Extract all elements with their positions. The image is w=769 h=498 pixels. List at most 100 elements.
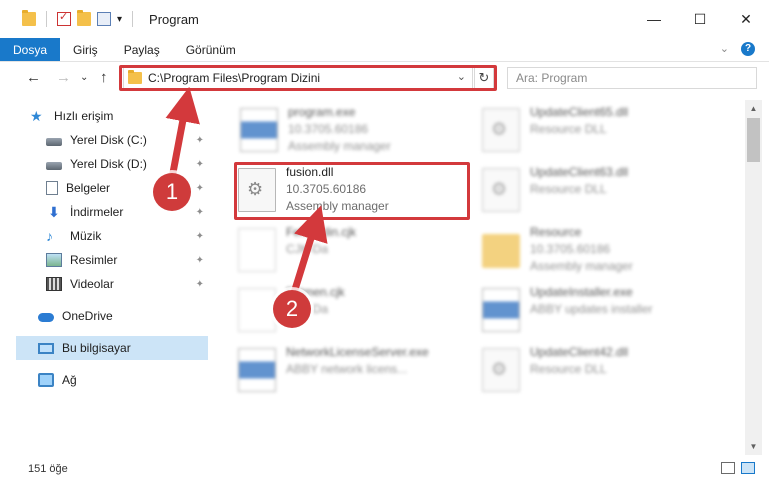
sidebar-item-label: Yerel Disk (C:) bbox=[70, 133, 147, 147]
properties-check-icon[interactable] bbox=[57, 10, 71, 26]
sidebar-item-music[interactable]: ♪ Müzik ✦ bbox=[46, 224, 208, 248]
view-toggle bbox=[721, 462, 755, 474]
file-detail: ABBY updates installer bbox=[530, 302, 653, 316]
list-item[interactable]: UpdateClient65.dll Resource DLL bbox=[482, 104, 722, 164]
sidebar-item-quick-access[interactable]: ★ Hızlı erişim bbox=[30, 104, 222, 128]
file-highlight-box bbox=[234, 162, 470, 220]
vertical-scrollbar[interactable]: ▲ ▼ bbox=[745, 100, 762, 455]
sidebar-item-label: Resimler bbox=[70, 253, 118, 267]
file-detail: Resource DLL bbox=[530, 182, 607, 196]
videos-icon bbox=[46, 277, 62, 291]
sidebar-item-label: Yerel Disk (D:) bbox=[70, 157, 147, 171]
tab-view[interactable]: Görünüm bbox=[173, 38, 249, 61]
file-name: Resource bbox=[530, 225, 582, 239]
ribbon-tabs: Dosya Giriş Paylaş Görünüm ⌄ ? bbox=[0, 38, 769, 62]
sidebar-item-pictures[interactable]: Resimler ✦ bbox=[46, 248, 208, 272]
file-name: NetworkLicenseServer.exe bbox=[286, 345, 429, 359]
scroll-up-icon[interactable]: ▲ bbox=[745, 100, 762, 117]
file-name: UpdateClient65.dll bbox=[530, 105, 629, 119]
step-1-badge: 1 bbox=[153, 173, 191, 211]
scrollbar-thumb[interactable] bbox=[747, 118, 760, 162]
sidebar-item-label: Videolar bbox=[70, 277, 114, 291]
properties-icon[interactable] bbox=[97, 12, 111, 26]
list-item[interactable]: NetworkLicenseServer.exe ABBY network li… bbox=[238, 344, 478, 404]
list-item[interactable]: UpdateClient63.dll Resource DLL bbox=[482, 164, 722, 224]
file-detail: ABBY network licens... bbox=[286, 362, 408, 376]
tab-share[interactable]: Paylaş bbox=[111, 38, 173, 61]
exe-icon bbox=[482, 288, 520, 332]
navigation-pane: ★ Hızlı erişim Yerel Disk (C:) ✦ Yerel D… bbox=[0, 100, 210, 450]
list-item[interactable]: UpdateInstaller.exe ABBY updates install… bbox=[482, 284, 722, 344]
dll-icon bbox=[482, 108, 520, 152]
document-icon bbox=[46, 181, 58, 195]
close-button[interactable]: ✕ bbox=[723, 0, 769, 38]
help-icon[interactable]: ? bbox=[741, 42, 755, 56]
drive-icon bbox=[46, 161, 62, 170]
customize-toolbar-icon[interactable]: ▾ bbox=[117, 14, 122, 25]
ribbon-expand-icon[interactable]: ⌄ bbox=[720, 42, 729, 56]
maximize-button[interactable]: ☐ bbox=[677, 0, 723, 38]
cloud-icon bbox=[38, 313, 54, 322]
file-icon bbox=[238, 228, 276, 272]
pin-icon[interactable]: ✦ bbox=[196, 207, 204, 218]
file-detail: 10.3705.60186 bbox=[530, 242, 611, 256]
sidebar-item-label: Hızlı erişim bbox=[54, 109, 114, 123]
pin-icon[interactable]: ✦ bbox=[196, 279, 204, 290]
up-button[interactable]: ↑ bbox=[100, 69, 108, 86]
file-icon bbox=[238, 288, 276, 332]
sidebar-item-network[interactable]: Ağ bbox=[38, 368, 208, 392]
network-icon bbox=[38, 373, 54, 387]
list-item[interactable]: Resource 10.3705.60186 Assembly manager bbox=[482, 224, 722, 284]
pin-icon[interactable]: ✦ bbox=[196, 183, 204, 194]
sidebar-item-label: İndirmeler bbox=[70, 205, 124, 219]
pin-icon[interactable]: ✦ bbox=[196, 159, 204, 170]
back-button[interactable]: ← bbox=[26, 69, 41, 86]
file-detail: 10.3705.60186 bbox=[288, 122, 369, 136]
scroll-down-icon[interactable]: ▼ bbox=[745, 438, 762, 455]
minimize-button[interactable]: — bbox=[631, 0, 677, 38]
pin-icon[interactable]: ✦ bbox=[196, 231, 204, 242]
title-bar: ▾ Program — ☐ ✕ bbox=[0, 0, 769, 38]
list-item[interactable]: Fehlerklin.cjk CJK-Da bbox=[238, 224, 478, 284]
recent-locations-icon[interactable]: ⌄ bbox=[80, 72, 88, 83]
list-item[interactable]: program.exe 10.3705.60186 Assembly manag… bbox=[240, 104, 480, 164]
pin-icon[interactable]: ✦ bbox=[196, 135, 204, 146]
star-icon: ★ bbox=[30, 108, 43, 124]
address-highlight-box bbox=[119, 65, 497, 91]
sidebar-item-label: Belgeler bbox=[66, 181, 111, 195]
sidebar-item-local-disk-c[interactable]: Yerel Disk (C:) ✦ bbox=[46, 128, 208, 152]
list-item[interactable]: UpdateClient42.dll Resource DLL bbox=[482, 344, 722, 404]
download-icon: ⬇ bbox=[48, 204, 60, 220]
sidebar-item-this-pc[interactable]: Bu bilgisayar bbox=[16, 336, 208, 360]
file-name: UpdateClient42.dll bbox=[530, 345, 629, 359]
separator bbox=[132, 11, 134, 27]
sidebar-item-label: Bu bilgisayar bbox=[62, 341, 131, 355]
file-name: UpdateClient63.dll bbox=[530, 165, 629, 179]
status-bar: 151 öğe bbox=[0, 458, 769, 480]
file-detail: Resource DLL bbox=[530, 122, 607, 136]
folder-icon[interactable] bbox=[22, 10, 36, 26]
file-name: program.exe bbox=[288, 105, 356, 119]
sidebar-item-label: OneDrive bbox=[62, 309, 113, 323]
music-icon: ♪ bbox=[46, 228, 53, 244]
tab-file[interactable]: Dosya bbox=[0, 38, 61, 61]
search-input[interactable]: Ara: Program bbox=[507, 67, 757, 89]
folder-icon bbox=[482, 234, 520, 268]
tiles-view-icon[interactable] bbox=[741, 462, 755, 474]
tab-home[interactable]: Giriş bbox=[60, 38, 111, 61]
dll-icon bbox=[482, 168, 520, 212]
item-count: 151 öğe bbox=[28, 463, 68, 475]
file-name: UpdateInstaller.exe bbox=[530, 285, 633, 299]
drive-icon bbox=[46, 137, 62, 146]
dll-icon bbox=[482, 348, 520, 392]
file-list: program.exe 10.3705.60186 Assembly manag… bbox=[210, 100, 745, 455]
sidebar-item-videos[interactable]: Videolar ✦ bbox=[46, 272, 208, 296]
sidebar-item-onedrive[interactable]: OneDrive bbox=[38, 304, 208, 328]
new-folder-icon[interactable] bbox=[77, 10, 91, 26]
separator bbox=[46, 11, 47, 27]
forward-button[interactable]: → bbox=[56, 69, 71, 86]
details-view-icon[interactable] bbox=[721, 462, 735, 474]
window-title: Program bbox=[149, 11, 199, 27]
sidebar-item-local-disk-d[interactable]: Yerel Disk (D:) ✦ bbox=[46, 152, 208, 176]
pin-icon[interactable]: ✦ bbox=[196, 255, 204, 266]
